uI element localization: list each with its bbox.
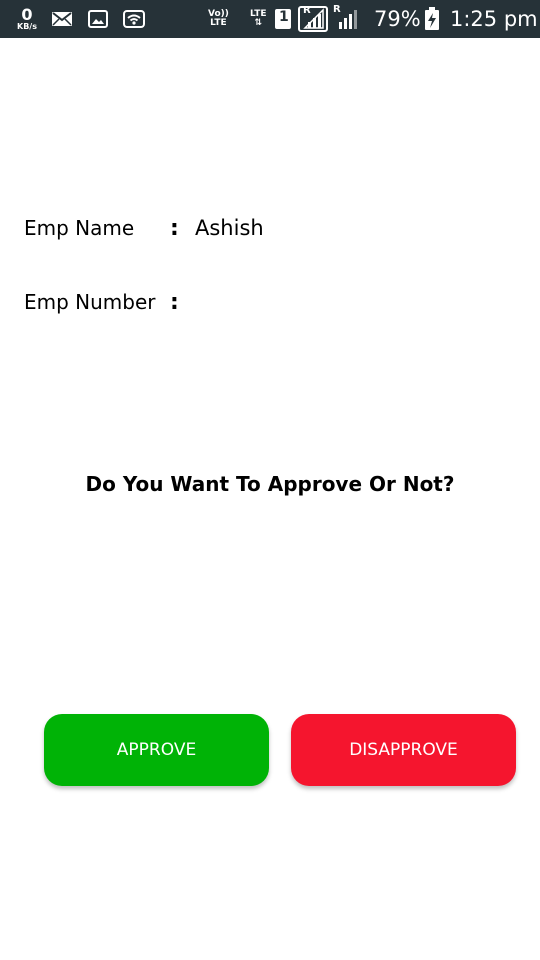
lte-arrows: ⇅ bbox=[254, 18, 263, 28]
sim-1-badge: 1 bbox=[274, 0, 292, 38]
wifi-icon bbox=[123, 0, 145, 38]
approve-button[interactable]: APPROVE bbox=[44, 714, 269, 786]
emp-name-value: Ashish bbox=[195, 216, 264, 240]
emp-name-colon: : bbox=[170, 216, 179, 241]
signal-icon: R bbox=[333, 0, 357, 38]
status-bar: 0 KB/s Vo)) LTE LTE ⇅ 1 R R 79% 1:25 pm bbox=[0, 0, 540, 38]
image-icon bbox=[88, 0, 108, 38]
network-speed-unit: KB/s bbox=[17, 22, 37, 31]
emp-number-label: Emp Number bbox=[24, 290, 156, 314]
network-speed-value: 0 bbox=[21, 5, 33, 24]
approval-question: Do You Want To Approve Or Not? bbox=[85, 472, 455, 496]
emp-name-label: Emp Name bbox=[24, 216, 135, 240]
mail-icon bbox=[51, 0, 73, 38]
roaming-letter-1: R bbox=[303, 5, 311, 16]
signal-roaming-icon: R bbox=[298, 0, 328, 38]
disapprove-button[interactable]: DISAPPROVE bbox=[291, 714, 516, 786]
emp-number-colon: : bbox=[170, 290, 179, 315]
volte-icon: Vo)) LTE bbox=[208, 0, 229, 38]
sim-number: 1 bbox=[279, 9, 289, 25]
roaming-letter-2: R bbox=[333, 4, 341, 15]
volte-bottom-text: LTE bbox=[210, 18, 227, 28]
lte-icon: LTE ⇅ bbox=[250, 0, 267, 38]
clock: 1:25 pm bbox=[450, 7, 538, 31]
network-speed: 0 KB/s bbox=[14, 0, 40, 38]
battery-charging-icon bbox=[424, 0, 440, 38]
battery-percentage: 79% bbox=[374, 7, 421, 31]
